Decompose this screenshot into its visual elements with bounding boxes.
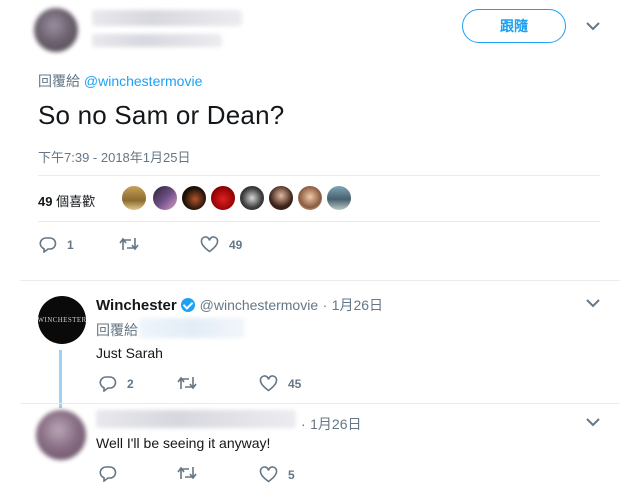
retweet-icon xyxy=(177,466,197,480)
likers-avatars xyxy=(121,185,361,213)
liker-avatar[interactable] xyxy=(239,185,265,211)
heart-icon xyxy=(200,236,219,253)
winchester-avatar-text: WINCHESTER xyxy=(37,316,87,324)
divider-top xyxy=(38,175,600,176)
reply2-reply-action[interactable] xyxy=(99,465,127,482)
reply1-display-name[interactable]: Winchester xyxy=(96,297,177,314)
reply1-date[interactable]: 1月26日 xyxy=(332,297,383,313)
reply2-header: · 1月26日 xyxy=(301,414,361,434)
reply2-date[interactable]: 1月26日 xyxy=(310,416,361,432)
reply2-avatar[interactable] xyxy=(36,410,86,460)
divider-likes xyxy=(38,221,600,222)
like-action[interactable]: 49 xyxy=(200,236,242,253)
reply-icon xyxy=(99,466,117,482)
tweet-text: So no Sam or Dean? xyxy=(38,100,285,130)
thread-connector-line xyxy=(59,350,62,408)
liker-avatar[interactable] xyxy=(152,185,178,211)
liker-avatar[interactable] xyxy=(181,185,207,211)
reply1-like-count: 45 xyxy=(288,376,302,391)
reply1-retweet-action[interactable] xyxy=(177,375,207,391)
heart-icon xyxy=(259,466,278,483)
reply-action[interactable]: 1 xyxy=(39,236,74,253)
liker-avatar[interactable] xyxy=(210,185,236,211)
liker-avatar[interactable] xyxy=(121,185,147,211)
liker-avatar[interactable] xyxy=(268,185,294,211)
author-handle-blurred[interactable] xyxy=(92,34,222,47)
heart-icon xyxy=(259,375,278,392)
author-name-blurred[interactable] xyxy=(92,10,242,26)
reply-icon xyxy=(99,376,117,392)
follow-button[interactable]: 跟隨 xyxy=(462,9,566,43)
follow-button-label: 跟隨 xyxy=(500,18,528,34)
liker-avatar[interactable] xyxy=(326,185,352,211)
retweet-icon xyxy=(119,237,139,251)
retweet-action[interactable] xyxy=(119,236,149,252)
reply2-text: Well I'll be seeing it anyway! xyxy=(96,435,271,451)
reply1-handle[interactable]: @winchestermovie xyxy=(200,297,318,313)
chevron-down-icon[interactable] xyxy=(585,297,601,309)
chevron-down-icon[interactable] xyxy=(585,416,601,428)
verified-badge-icon xyxy=(181,298,196,312)
reply2-separator: · xyxy=(301,416,306,432)
reply-to-handle-link[interactable]: @winchestermovie xyxy=(84,73,202,89)
reply-to-line: 回覆給 @winchestermovie xyxy=(38,71,202,91)
reply1-text: Just Sarah xyxy=(96,345,163,361)
reply2-name-blurred[interactable] xyxy=(96,410,296,428)
likes-count-number: 49 xyxy=(38,194,53,209)
likes-count-label: 個喜歡 xyxy=(56,194,96,209)
reply1-reply-to-prefix: 回覆給 xyxy=(96,322,138,338)
reply-icon xyxy=(39,237,57,253)
chevron-down-icon[interactable] xyxy=(585,20,601,32)
reply2-like-action[interactable]: 5 xyxy=(259,466,295,483)
like-count: 49 xyxy=(229,237,243,252)
reply2-like-count: 5 xyxy=(288,467,295,482)
likes-count[interactable]: 49 個喜歡 xyxy=(38,191,95,210)
reply1-separator: · xyxy=(322,297,328,313)
winchester-avatar[interactable]: WINCHESTER xyxy=(37,296,87,344)
reply2-retweet-action[interactable] xyxy=(177,465,207,481)
liker-avatar[interactable] xyxy=(297,185,323,211)
reply-count: 1 xyxy=(67,237,74,252)
tweet-timestamp[interactable]: 下午7:39 - 2018年1月25日 xyxy=(38,147,190,166)
reply1-reply-count: 2 xyxy=(127,376,134,391)
author-avatar[interactable] xyxy=(34,8,78,52)
divider-reply2 xyxy=(20,403,620,404)
divider-replies xyxy=(20,280,620,281)
reply1-reply-to-handle-blurred[interactable] xyxy=(139,318,245,338)
reply-to-prefix: 回覆給 xyxy=(38,73,80,89)
reply1-like-action[interactable]: 45 xyxy=(259,375,301,392)
reply1-reply-action[interactable]: 2 xyxy=(99,375,134,392)
reply1-header: Winchester @winchestermovie · 1月26日 xyxy=(96,295,383,315)
retweet-icon xyxy=(177,376,197,390)
